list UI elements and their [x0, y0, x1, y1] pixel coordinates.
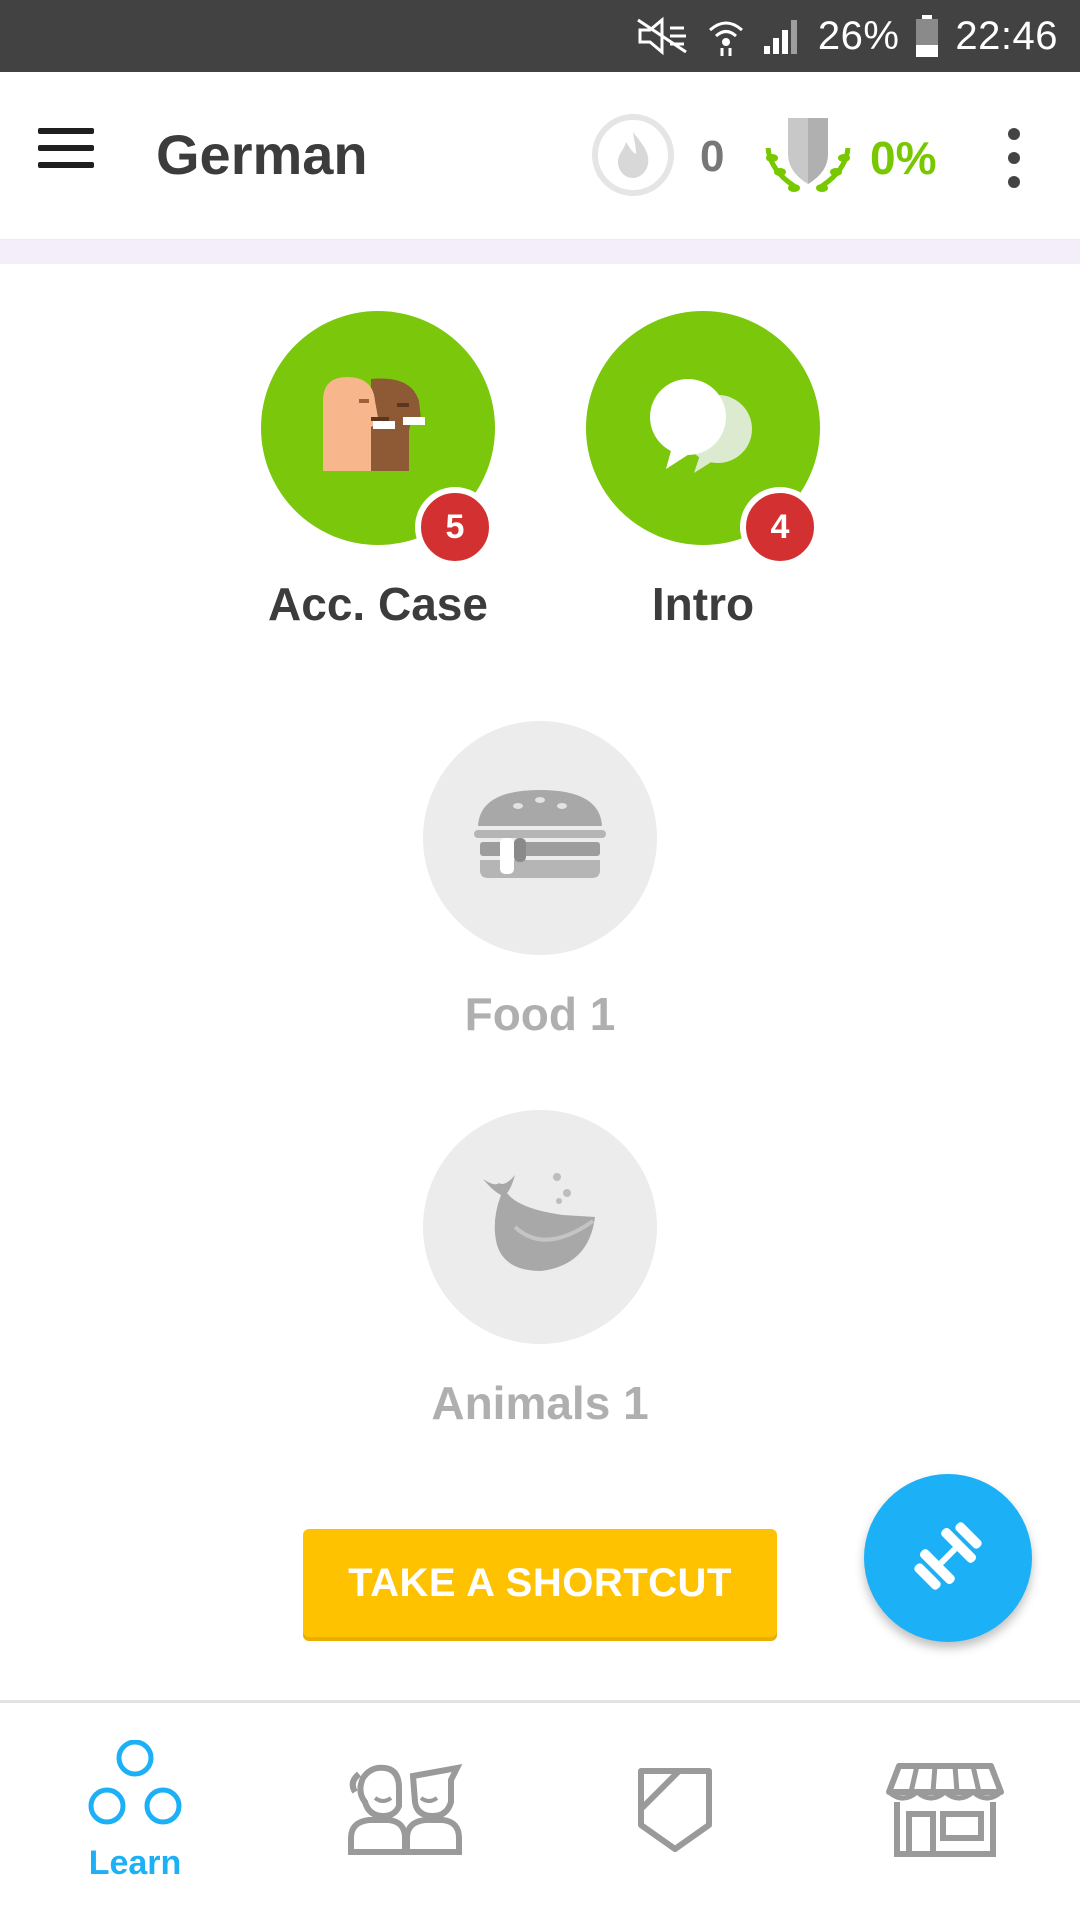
course-title: German — [156, 123, 368, 186]
speech-bubbles-icon — [638, 371, 768, 485]
skill-acc-case[interactable]: 5 Acc. Case — [228, 311, 528, 631]
clock: 22:46 — [955, 13, 1058, 58]
battery-percent: 26% — [817, 13, 900, 58]
skill-label: Animals 1 — [431, 1377, 649, 1429]
people-talking-icon — [313, 371, 443, 485]
crown-progress[interactable]: 0% — [760, 114, 936, 202]
skill-intro[interactable]: 4 Intro — [553, 311, 853, 631]
league-shield-icon — [635, 1765, 715, 1859]
skill-circle — [423, 1110, 657, 1344]
skill-label: Intro — [651, 578, 755, 630]
learn-circles-icon — [85, 1739, 185, 1832]
tab-clubs[interactable] — [270, 1703, 540, 1920]
skill-circle — [423, 721, 657, 955]
app-bar-shadow — [0, 240, 1080, 264]
streak-count: 0 — [700, 132, 725, 181]
skill-label: Acc. Case — [268, 578, 488, 630]
skill-animals-1[interactable]: Animals 1 — [390, 1110, 690, 1430]
wifi-icon — [706, 16, 746, 56]
status-bar: 26% 22:46 — [0, 0, 1080, 72]
bottom-navigation: Learn — [0, 1700, 1080, 1920]
more-options-button[interactable] — [1004, 128, 1024, 188]
trophy-shield-icon — [760, 114, 856, 202]
app-bar: German 0 0% — [0, 72, 1080, 240]
tab-shop[interactable] — [810, 1703, 1080, 1920]
dumbbell-icon — [906, 1514, 990, 1602]
skill-circle: 4 — [586, 311, 820, 567]
practice-button[interactable] — [864, 1474, 1032, 1642]
skill-level-badge: 4 — [740, 487, 820, 567]
skill-food-1[interactable]: Food 1 — [390, 721, 690, 1041]
menu-button[interactable] — [38, 128, 98, 178]
battery-icon — [915, 15, 939, 57]
tab-learn[interactable]: Learn — [0, 1703, 270, 1920]
skill-level-badge: 5 — [415, 487, 495, 567]
take-a-shortcut-button[interactable]: TAKE A SHORTCUT — [303, 1529, 777, 1637]
whale-icon — [475, 1165, 605, 1289]
shop-icon — [885, 1762, 1005, 1862]
streak-flame-icon — [590, 112, 676, 202]
crown-percent: 0% — [870, 132, 937, 184]
tab-learn-label: Learn — [88, 1844, 182, 1882]
skill-circle: 5 — [261, 311, 495, 567]
streak-counter[interactable]: 0 — [590, 112, 724, 202]
tab-leaderboard[interactable] — [540, 1703, 810, 1920]
burger-icon — [470, 786, 610, 890]
club-people-icon — [345, 1762, 465, 1862]
signal-icon — [762, 16, 802, 56]
skill-label: Food 1 — [464, 988, 616, 1040]
mute-icon — [634, 16, 690, 56]
